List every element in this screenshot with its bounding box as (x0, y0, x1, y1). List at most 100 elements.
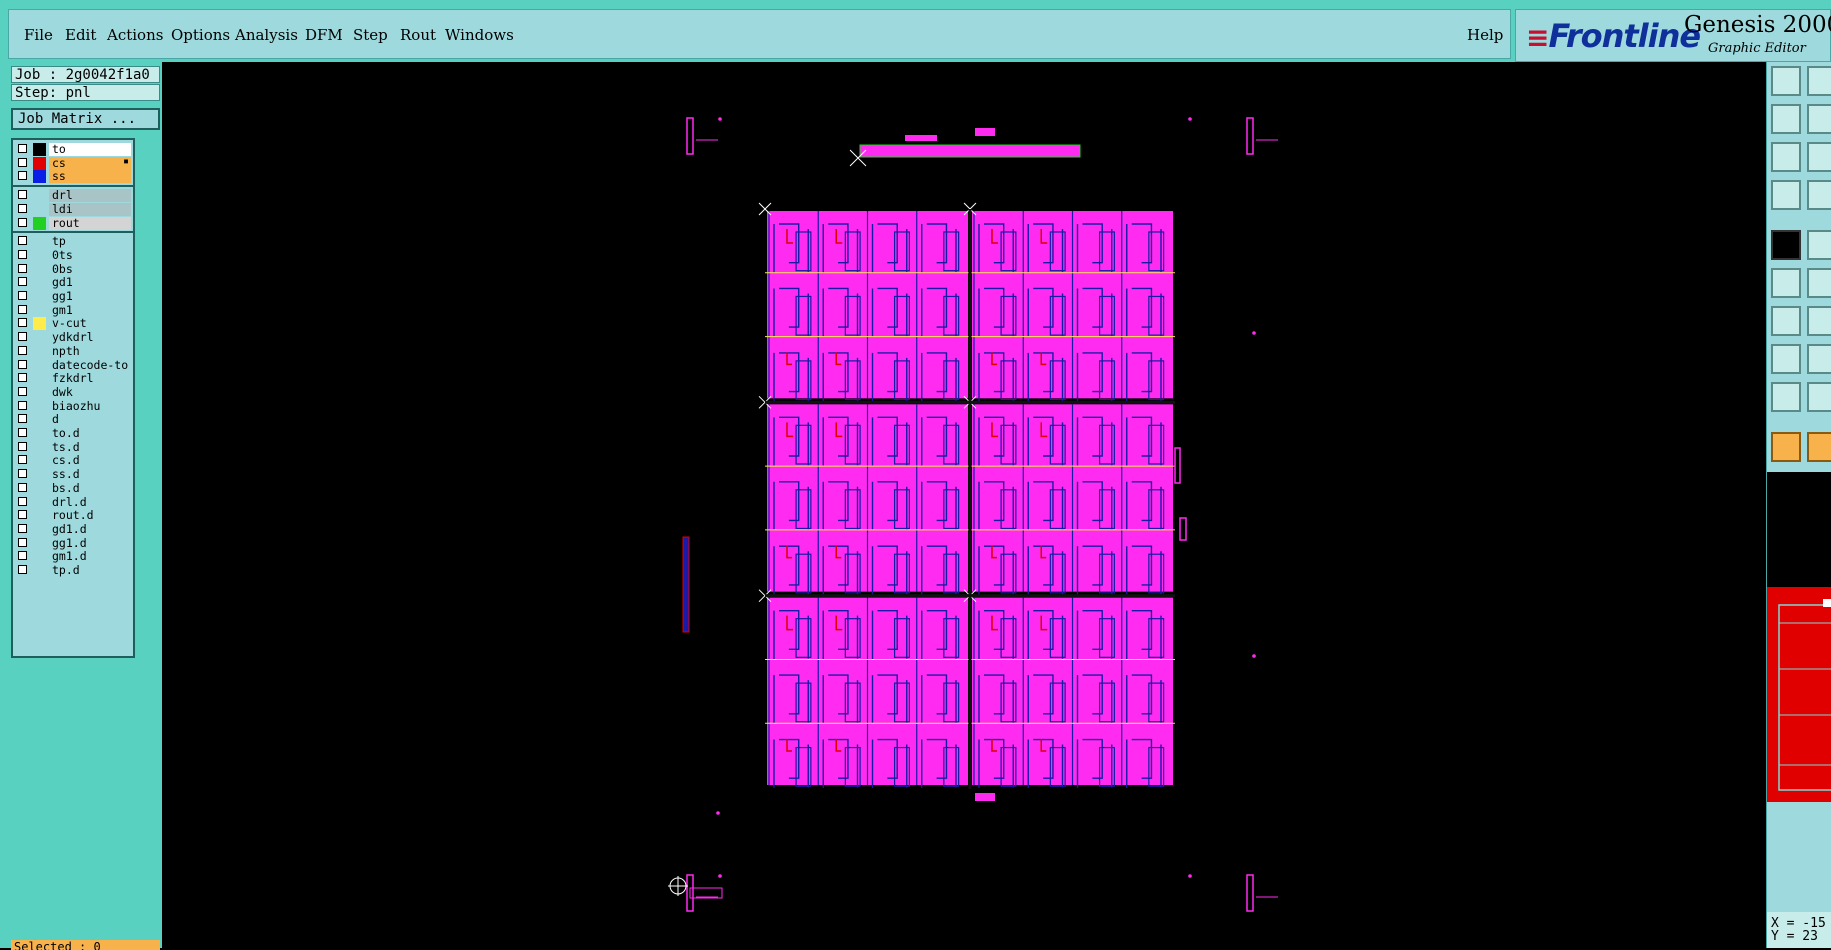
layer-name[interactable]: tp (49, 235, 131, 249)
zoom-fit-icon[interactable] (1771, 142, 1801, 172)
layer-name[interactable]: gm1 (49, 303, 131, 317)
layer-row-rout[interactable]: rout (16, 216, 132, 231)
zoom-in-icon[interactable] (1807, 142, 1831, 172)
menu-rout[interactable]: Rout (400, 26, 436, 44)
layer-color-swatch[interactable] (33, 509, 46, 522)
layer-checkbox[interactable] (18, 345, 27, 355)
layer-name[interactable]: ss.d (49, 468, 131, 482)
layer-checkbox[interactable] (18, 203, 27, 213)
layer-name[interactable]: ts.d (49, 440, 131, 454)
menu-edit[interactable]: Edit (65, 26, 96, 44)
layer-checkbox[interactable] (18, 565, 27, 574)
measure-icon[interactable] (1771, 306, 1801, 336)
layer-color-swatch[interactable] (33, 537, 46, 550)
layer-checkbox[interactable] (18, 400, 27, 410)
layer-color-swatch[interactable] (33, 156, 46, 170)
layer-row-d[interactable]: d (16, 413, 132, 427)
layer-name[interactable]: v-cut (49, 317, 131, 331)
layer-row-gm1-d[interactable]: gm1.d (16, 550, 132, 564)
menu-analysis[interactable]: Analysis (235, 26, 298, 44)
layer-checkbox[interactable] (18, 318, 27, 328)
layer-checkbox[interactable] (18, 217, 27, 227)
grid-icon[interactable] (1807, 180, 1831, 210)
layer-name[interactable]: drl.d (49, 495, 131, 509)
layer-checkbox[interactable] (18, 144, 27, 153)
menu-dfm[interactable]: DFM (305, 26, 343, 44)
layer-row-cs[interactable]: cs ▪ (16, 156, 132, 171)
layer-name[interactable]: datecode-to (49, 358, 131, 372)
layer-row-to[interactable]: to (16, 143, 132, 157)
layer-row-0ts[interactable]: 0ts (16, 248, 132, 263)
menu-options[interactable]: Options (171, 26, 230, 44)
layer-row-drl-d[interactable]: drl.d (16, 495, 132, 510)
layer-name[interactable]: d (49, 413, 131, 427)
net-connect-icon[interactable] (1771, 268, 1801, 298)
layer-row-ldi[interactable]: ldi (16, 202, 132, 217)
layer-checkbox[interactable] (18, 157, 27, 167)
layer-checkbox[interactable] (18, 441, 27, 451)
layer-name[interactable]: dwk (49, 385, 131, 399)
layer-color-swatch[interactable] (33, 290, 46, 303)
layer-checkbox[interactable] (18, 190, 27, 200)
layer-row-gd1[interactable]: gd1 (16, 276, 132, 290)
layer-checkbox[interactable] (18, 537, 27, 547)
menu-file[interactable]: File (24, 26, 53, 44)
layer-color-swatch[interactable] (33, 441, 46, 454)
dimension-icon[interactable] (1807, 344, 1831, 374)
layer-checkbox[interactable] (18, 455, 27, 465)
layer-color-swatch[interactable] (33, 496, 46, 509)
select-box-icon[interactable] (1807, 432, 1831, 462)
layer-checkbox[interactable] (18, 386, 27, 396)
layer-checkbox[interactable] (18, 496, 27, 506)
layer-name[interactable]: ldi (49, 202, 131, 216)
layer-row-ts-d[interactable]: ts.d (16, 440, 132, 455)
layer-row-dwk[interactable]: dwk (16, 385, 132, 400)
layer-checkbox[interactable] (18, 414, 27, 424)
layer-row-ydkdrl[interactable]: ydkdrl (16, 331, 132, 345)
layer-checkbox[interactable] (18, 263, 27, 273)
layer-row-v-cut[interactable]: v-cut (16, 317, 132, 331)
triangle-icon[interactable] (1771, 382, 1801, 412)
layer-name[interactable]: cs.d (49, 454, 131, 468)
select-arrow-icon[interactable] (1771, 432, 1801, 462)
layer-color-swatch[interactable] (33, 143, 46, 156)
layer-name[interactable]: cs ▪ (49, 156, 131, 170)
layer-color-swatch[interactable] (33, 427, 46, 440)
layer-name[interactable]: biaozhu (49, 399, 131, 413)
layer-color-swatch[interactable] (33, 468, 46, 481)
layer-color-swatch[interactable] (33, 482, 46, 495)
layer-row-fzkdrl[interactable]: fzkdrl (16, 372, 132, 386)
layer-name[interactable]: ss (49, 170, 131, 184)
layer-row-tp[interactable]: tp (16, 235, 132, 249)
layer-checkbox[interactable] (18, 551, 27, 561)
layer-name[interactable]: to.d (49, 427, 131, 440)
layer-name[interactable]: bs.d (49, 481, 131, 495)
layer-color-swatch[interactable] (33, 249, 46, 262)
zoom-home-icon[interactable] (1771, 66, 1801, 96)
layer-row-rout-d[interactable]: rout.d (16, 509, 132, 523)
menu-windows[interactable]: Windows (445, 26, 514, 44)
layer-row-datecode-to[interactable]: datecode-to (16, 358, 132, 373)
layer-color-swatch[interactable] (33, 235, 46, 248)
draw-line-icon[interactable] (1807, 230, 1831, 260)
layer-row-to-d[interactable]: to.d (16, 427, 132, 441)
layer-row-gg1-d[interactable]: gg1.d (16, 536, 132, 551)
layer-color-swatch[interactable] (33, 189, 46, 202)
layer-checkbox[interactable] (18, 304, 27, 314)
layer-name[interactable]: gm1.d (49, 550, 131, 564)
layer-color-swatch[interactable] (33, 386, 46, 399)
layer-color-swatch[interactable] (33, 345, 46, 358)
zoom-page-icon[interactable] (1807, 66, 1831, 96)
menu-actions[interactable]: Actions (107, 26, 163, 44)
layer-color-swatch[interactable] (33, 203, 46, 216)
layer-name[interactable]: 0ts (49, 248, 131, 262)
layer-checkbox[interactable] (18, 277, 27, 287)
layer-row-biaozhu[interactable]: biaozhu (16, 399, 132, 414)
layer-row-ss[interactable]: ss (16, 170, 132, 184)
layer-row-gm1[interactable]: gm1 (16, 303, 132, 318)
layer-checkbox[interactable] (18, 332, 27, 342)
layer-name[interactable]: to (49, 143, 131, 156)
layer-color-swatch[interactable] (33, 276, 46, 289)
layer-checkbox[interactable] (18, 291, 27, 300)
menu-step[interactable]: Step (353, 26, 388, 44)
